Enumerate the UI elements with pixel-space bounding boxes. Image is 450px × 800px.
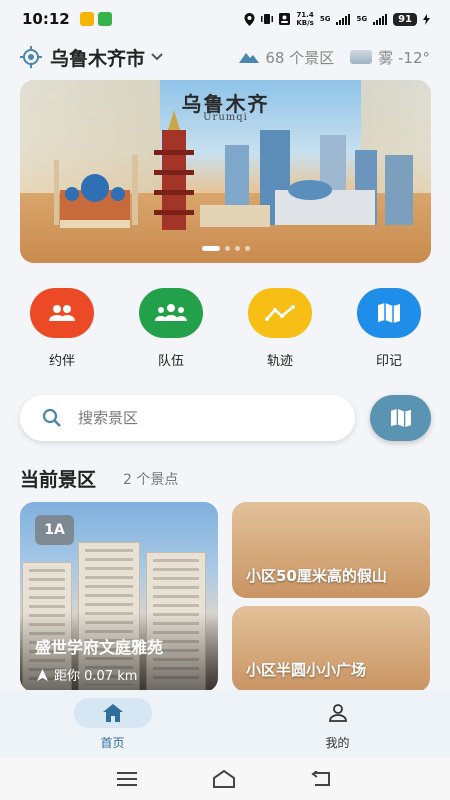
weather-text: 雾 -12° [378, 48, 430, 67]
contact-card-icon [279, 13, 291, 25]
action-label: 约伴 [48, 354, 75, 369]
banner-dot-active[interactable] [201, 246, 220, 251]
action-label: 轨迹 [266, 354, 293, 369]
search-bar[interactable] [20, 395, 355, 441]
scenic-card-side-1[interactable]: 小区50厘米高的假山 [232, 502, 430, 598]
banner-pagination [20, 246, 431, 251]
vibrate-icon [261, 14, 274, 24]
scenic-distance: 距你 0.07 km [37, 665, 137, 684]
map-view-button[interactable] [370, 395, 431, 441]
city-banner[interactable]: 乌鲁木齐 Urumqi [20, 80, 431, 263]
action-circle[interactable] [139, 288, 203, 338]
battery-level: 91 [393, 12, 417, 26]
banner-dot[interactable] [244, 246, 250, 251]
action-footprint[interactable]: 印记 [347, 288, 431, 369]
home-icon [102, 704, 123, 722]
nav-home[interactable]: 首页 [0, 690, 225, 758]
section-title: 当前景区 [20, 469, 97, 491]
banner-dot[interactable] [234, 246, 240, 251]
city-illustration [54, 110, 413, 230]
nav-label: 我的 [325, 736, 350, 750]
distance-text: 距你 0.07 km [54, 669, 138, 684]
status-indicators: 71.4 KB/s 5G 5G 91 [244, 11, 430, 27]
sim2-label: 5G [356, 15, 368, 23]
action-circle[interactable] [248, 288, 312, 338]
location-status-icon [244, 12, 255, 26]
back-icon[interactable] [310, 771, 333, 787]
nav-pill[interactable] [299, 698, 377, 728]
net-speed-value: 71.4 [296, 11, 314, 19]
scenic-card-side-2[interactable]: 小区半圆小小广场 [232, 606, 430, 692]
chevron-down-icon[interactable] [151, 53, 163, 61]
action-companion[interactable]: 约伴 [20, 288, 104, 369]
scenic-name: 小区50厘米高的假山 [246, 567, 387, 585]
action-circle[interactable] [30, 288, 94, 338]
action-circle[interactable] [357, 288, 421, 338]
level-badge: 1A [35, 515, 74, 545]
search-input[interactable] [78, 409, 318, 427]
banner-dot[interactable] [224, 246, 230, 251]
quick-actions: 约伴 队伍 轨迹 印记 [20, 288, 431, 369]
scenic-name: 小区半圆小小广场 [246, 661, 367, 679]
map-icon [378, 303, 400, 323]
location-header: 乌鲁木齐市 68 个景区 雾 -12° [0, 40, 450, 74]
bottom-nav: 首页 我的 [0, 690, 450, 758]
locate-icon[interactable] [20, 46, 42, 68]
app-notification-icon [79, 12, 94, 26]
section-count: 2 个景点 [123, 472, 179, 488]
sim1-label: 5G [319, 15, 331, 23]
mountain-icon [239, 53, 260, 63]
track-icon [265, 305, 295, 321]
action-label: 印记 [375, 354, 402, 369]
chat-notification-icon [97, 12, 112, 26]
status-bar: 10:12 71.4 KB/s 5G 5G 91 [0, 0, 450, 38]
nav-label: 首页 [100, 736, 125, 750]
signal-icon-1 [336, 13, 351, 25]
city-selector[interactable]: 乌鲁木齐市 [50, 44, 145, 71]
charging-icon [423, 13, 430, 25]
nav-mine[interactable]: 我的 [225, 690, 450, 758]
navigation-arrow-icon [37, 668, 48, 681]
net-speed: 71.4 KB/s [296, 11, 313, 27]
home-button-icon[interactable] [212, 770, 236, 788]
menu-icon[interactable] [117, 772, 138, 786]
banner-subtitle: Urumqi [203, 112, 248, 123]
scenic-card-main[interactable]: 1A 盛世学府文庭雅苑 距你 0.07 km [20, 502, 218, 692]
fog-weather-icon [350, 50, 373, 64]
action-label: 队伍 [157, 354, 184, 369]
search-icon [42, 408, 61, 427]
status-time: 10:12 [22, 10, 70, 28]
group-icon [155, 304, 187, 321]
map-icon [390, 408, 411, 428]
person-icon [328, 704, 347, 722]
signal-icon-2 [373, 13, 388, 25]
scenic-count: 68 个景区 [265, 48, 335, 67]
action-team[interactable]: 队伍 [129, 288, 213, 369]
action-track[interactable]: 轨迹 [238, 288, 322, 369]
system-nav-bar [0, 758, 450, 800]
net-speed-unit: KB/s [296, 19, 314, 27]
people-icon [49, 305, 75, 321]
nav-pill[interactable] [73, 698, 152, 728]
scenic-name: 盛世学府文庭雅苑 [35, 638, 164, 657]
